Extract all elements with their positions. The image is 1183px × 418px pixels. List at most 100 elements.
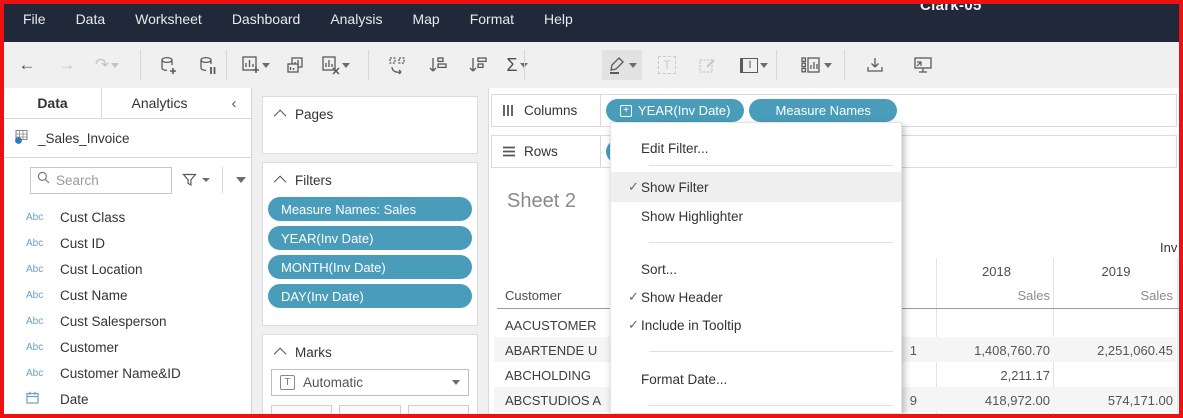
field-customer-name-id[interactable]: Abc Customer Name&ID bbox=[4, 360, 251, 386]
cell-value[interactable]: 2,251,060.45 bbox=[1055, 343, 1173, 358]
filters-card-title: Filters bbox=[295, 173, 332, 188]
collapse-chevron-icon[interactable] bbox=[274, 176, 287, 189]
menu-analysis[interactable]: Analysis bbox=[315, 4, 397, 36]
menu-item-show-header[interactable]: ✓ Show Header bbox=[611, 283, 901, 311]
text-button[interactable] bbox=[408, 405, 469, 418]
cell-value[interactable]: 574,171.00 bbox=[1055, 393, 1173, 408]
redo-icon[interactable]: → bbox=[52, 50, 82, 80]
menu-item-include-in-tooltip[interactable]: ✓ Include in Tooltip bbox=[611, 311, 901, 339]
menu-data[interactable]: Data bbox=[61, 4, 121, 36]
menu-format[interactable]: Format bbox=[455, 4, 529, 36]
filter-pill-measure-names[interactable]: Measure Names: Sales bbox=[268, 197, 472, 221]
field-cust-id[interactable]: Abc Cust ID bbox=[4, 230, 251, 256]
menu-item-edit-filter[interactable]: Edit Filter... bbox=[611, 131, 901, 165]
duplicate-sheet-icon[interactable] bbox=[280, 50, 310, 80]
clear-sheet-icon[interactable] bbox=[320, 50, 350, 80]
field-filter-button[interactable] bbox=[182, 173, 210, 187]
dropdown-caret-icon bbox=[452, 380, 460, 385]
columns-shelf-label: Columns bbox=[492, 95, 601, 126]
pause-auto-updates-icon[interactable] bbox=[192, 50, 222, 80]
download-icon[interactable] bbox=[860, 50, 890, 80]
collapse-chevron-icon[interactable] bbox=[274, 110, 287, 123]
color-button[interactable] bbox=[271, 405, 332, 418]
pill-measure-names[interactable]: Measure Names bbox=[749, 99, 896, 122]
pill-context-menu: Edit Filter... ✓ Show Filter Show Highli… bbox=[610, 122, 902, 414]
swap-rows-columns-icon[interactable] bbox=[382, 50, 412, 80]
filter-pill-month-inv-date[interactable]: MONTH(Inv Date) bbox=[268, 255, 472, 279]
field-cust-salesperson[interactable]: Abc Cust Salesperson bbox=[4, 308, 251, 334]
menu-worksheet[interactable]: Worksheet bbox=[120, 4, 217, 36]
search-icon bbox=[37, 171, 50, 189]
fields-menu-caret[interactable] bbox=[236, 177, 246, 183]
field-customer[interactable]: Abc Customer bbox=[4, 334, 251, 360]
string-type-icon: Abc bbox=[26, 342, 60, 353]
show-hide-cards-icon[interactable] bbox=[792, 50, 840, 80]
menu-file[interactable]: File bbox=[8, 4, 61, 36]
field-cust-location[interactable]: Abc Cust Location bbox=[4, 256, 251, 282]
presentation-mode-icon[interactable] bbox=[908, 50, 938, 80]
totals-icon[interactable]: Σ bbox=[502, 50, 532, 80]
year-header-2018[interactable]: 2018 bbox=[940, 264, 1053, 279]
string-type-icon: Abc bbox=[26, 316, 60, 327]
inv-date-dimension-label: Inv D bbox=[1160, 240, 1183, 255]
menu-dashboard[interactable]: Dashboard bbox=[217, 4, 316, 36]
field-date[interactable]: Date bbox=[4, 386, 251, 412]
tableau-window: File Data Worksheet Dashboard Analysis M… bbox=[0, 0, 1183, 418]
cell-value[interactable]: 1,408,760.70 bbox=[940, 343, 1050, 358]
new-worksheet-icon[interactable] bbox=[240, 50, 270, 80]
cell-value[interactable]: 2,211.17 bbox=[940, 368, 1050, 383]
menubar: File Data Worksheet Dashboard Analysis M… bbox=[4, 4, 1179, 36]
text-label-icon[interactable]: T bbox=[652, 50, 682, 80]
undo-icon[interactable]: ← bbox=[12, 50, 42, 80]
size-button[interactable] bbox=[339, 405, 400, 418]
expand-plus-icon[interactable]: + bbox=[620, 105, 632, 117]
string-type-icon: Abc bbox=[26, 264, 60, 275]
menu-item-show-filter[interactable]: ✓ Show Filter bbox=[611, 172, 901, 202]
sort-descending-icon[interactable] bbox=[462, 50, 492, 80]
datasource-icon bbox=[14, 129, 30, 148]
menu-item-format-date[interactable]: Format Date... bbox=[611, 364, 901, 394]
columns-icon bbox=[502, 104, 516, 117]
row-label[interactable]: ABCSTUDIOS A bbox=[505, 393, 601, 408]
row-label[interactable]: ABARTENDE U bbox=[505, 343, 597, 358]
pill-year-inv-date[interactable]: + YEAR(Inv Date) bbox=[606, 99, 744, 122]
add-data-source-icon[interactable] bbox=[152, 50, 182, 80]
data-pane: Data Analytics ‹ _Sales_Invoice bbox=[4, 88, 252, 414]
field-cust-class[interactable]: Abc Cust Class bbox=[4, 204, 251, 230]
marks-card: Marks T Automatic bbox=[262, 334, 478, 418]
row-label[interactable]: ABCHOLDING bbox=[505, 368, 591, 383]
tab-data[interactable]: Data bbox=[4, 88, 102, 118]
cell-value[interactable]: 418,972.00 bbox=[940, 393, 1050, 408]
menu-map[interactable]: Map bbox=[397, 4, 454, 36]
menu-item-sort[interactable]: Sort... bbox=[611, 255, 901, 283]
filters-card: Filters Measure Names: Sales YEAR(Inv Da… bbox=[262, 162, 478, 326]
year-header-2019[interactable]: 2019 bbox=[1055, 264, 1177, 279]
search-row bbox=[4, 158, 251, 202]
annotation-icon[interactable] bbox=[692, 50, 722, 80]
row-label[interactable]: AACUSTOMER bbox=[505, 318, 597, 333]
datasource-row[interactable]: _Sales_Invoice bbox=[4, 119, 251, 158]
fit-view-icon[interactable]: I bbox=[732, 50, 776, 80]
field-cust-name[interactable]: Abc Cust Name bbox=[4, 282, 251, 308]
rows-icon bbox=[502, 145, 516, 158]
filter-pill-day-inv-date[interactable]: DAY(Inv Date) bbox=[268, 284, 472, 308]
search-box[interactable] bbox=[30, 167, 172, 194]
filter-pill-year-inv-date[interactable]: YEAR(Inv Date) bbox=[268, 226, 472, 250]
checkmark-icon: ✓ bbox=[611, 179, 641, 195]
highlight-icon[interactable] bbox=[602, 50, 642, 80]
tab-analytics[interactable]: Analytics bbox=[102, 88, 217, 118]
menu-help[interactable]: Help bbox=[529, 4, 588, 36]
marks-card-title: Marks bbox=[295, 345, 332, 360]
collapse-pane-icon[interactable]: ‹ bbox=[217, 88, 251, 118]
search-input[interactable] bbox=[56, 173, 156, 188]
sort-ascending-icon[interactable] bbox=[422, 50, 452, 80]
window-title: Clark-05 bbox=[920, 0, 982, 14]
replay-icon[interactable]: ↷ bbox=[92, 50, 122, 80]
text-mark-icon: T bbox=[280, 375, 295, 390]
mark-type-dropdown[interactable]: T Automatic bbox=[271, 369, 469, 396]
collapse-chevron-icon[interactable] bbox=[274, 348, 287, 361]
string-type-icon: Abc bbox=[26, 290, 60, 301]
rows-shelf-label: Rows bbox=[492, 136, 601, 167]
menu-item-show-highlighter[interactable]: Show Highlighter bbox=[611, 202, 901, 230]
customer-column-header[interactable]: Customer bbox=[505, 288, 561, 303]
